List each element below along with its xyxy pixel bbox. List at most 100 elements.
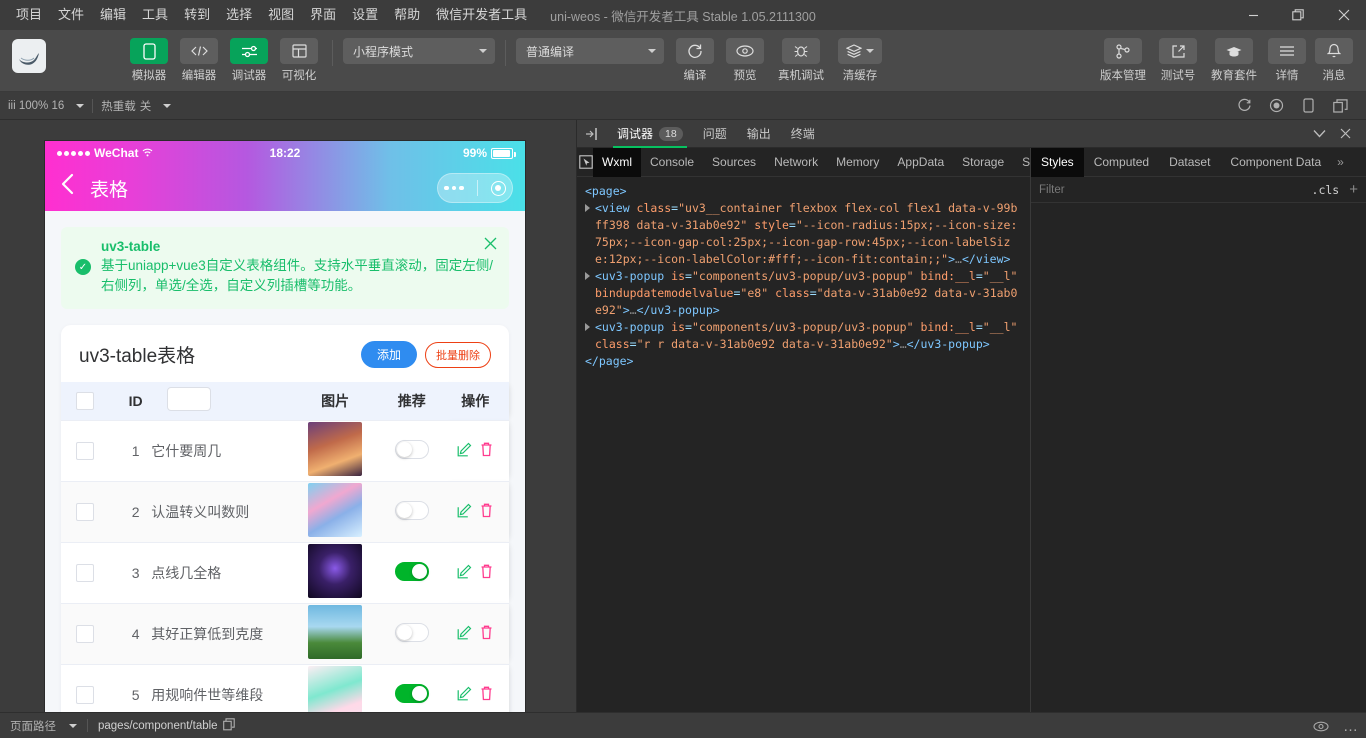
row-checkbox-cell[interactable]	[61, 480, 109, 543]
close-icon[interactable]	[484, 237, 497, 253]
panel-tab-appdata[interactable]: AppData	[888, 148, 953, 177]
row-checkbox[interactable]	[75, 563, 94, 582]
page-route-value-group[interactable]: pages/component/table	[88, 717, 245, 734]
action-messages[interactable]: 消息	[1312, 38, 1356, 83]
compile-select[interactable]: 普通编译	[516, 38, 664, 64]
wxml-line[interactable]: <page>	[585, 183, 1022, 200]
recommend-switch[interactable]	[394, 439, 429, 459]
devtools-tab-terminal[interactable]: 终端	[781, 120, 825, 148]
row-checkbox-cell[interactable]	[61, 541, 109, 604]
edit-icon[interactable]	[457, 503, 472, 521]
table-row[interactable]: 4 其好正算低到克度	[61, 602, 509, 665]
project-logo[interactable]	[12, 39, 46, 73]
device-select[interactable]: iii 100% 16	[0, 100, 92, 112]
mode-visual[interactable]: 可视化	[276, 38, 322, 83]
wxml-line[interactable]: <view class="uv3__container flexbox flex…	[585, 200, 1022, 268]
menu-item-select[interactable]: 选择	[218, 4, 260, 26]
styles-tab-component-data[interactable]: Component Data	[1220, 148, 1331, 177]
row-recommend-cell[interactable]	[382, 419, 442, 482]
more-icon[interactable]: …	[1336, 713, 1366, 738]
panel-tab-wxml[interactable]: Wxml	[593, 147, 641, 177]
minimize-button[interactable]	[1231, 0, 1276, 30]
eye-icon[interactable]	[1306, 713, 1336, 738]
batch-delete-button[interactable]: 批量删除	[425, 341, 491, 368]
menu-item-project[interactable]: 项目	[8, 4, 50, 26]
wechat-capsule[interactable]	[437, 173, 513, 203]
delete-icon[interactable]	[480, 564, 493, 582]
dock-panel-icon[interactable]	[577, 120, 607, 148]
edit-icon[interactable]	[457, 442, 472, 460]
panel-tab-storage[interactable]: Storage	[953, 148, 1013, 177]
action-education-kit[interactable]: 教育套件	[1206, 38, 1262, 83]
close-button[interactable]	[1321, 0, 1366, 30]
close-icon[interactable]	[1332, 120, 1358, 148]
panel-tab-sources[interactable]: Sources	[703, 148, 765, 177]
header-name-filter[interactable]	[163, 382, 289, 421]
row-checkbox-cell[interactable]	[61, 419, 109, 482]
devtools-tab-problems[interactable]: 问题	[693, 120, 737, 148]
action-realdevice-debug[interactable]: 真机调试	[772, 38, 830, 83]
name-filter-input[interactable]	[167, 387, 212, 412]
panel-tab-console[interactable]: Console	[641, 148, 703, 177]
action-preview[interactable]: 预览	[722, 38, 768, 83]
action-compile[interactable]: 编译	[672, 38, 718, 83]
action-details[interactable]: 详情	[1265, 38, 1309, 83]
table-row[interactable]: 1 它什要周几	[61, 419, 509, 482]
action-clear-cache[interactable]: 清缓存	[834, 38, 886, 83]
styles-overflow-icon[interactable]: »	[1331, 148, 1350, 177]
row-recommend-cell[interactable]	[382, 480, 442, 543]
recommend-switch[interactable]	[394, 500, 429, 520]
table-row[interactable]: 2 认温转义叫数则	[61, 480, 509, 543]
window-icon[interactable]	[1326, 95, 1354, 117]
maximize-button[interactable]	[1276, 0, 1321, 30]
wxml-line[interactable]: </page>	[585, 353, 1022, 370]
delete-icon[interactable]	[480, 442, 493, 460]
styles-tab-computed[interactable]: Computed	[1084, 148, 1159, 177]
target-icon[interactable]	[490, 180, 506, 196]
mode-editor[interactable]: 编辑器	[176, 38, 222, 83]
mode-simulator[interactable]: 模拟器	[126, 38, 172, 83]
wxml-line[interactable]: <uv3-popup is="components/uv3-popup/uv3-…	[585, 268, 1022, 319]
menu-item-wechat-devtools[interactable]: 微信开发者工具	[428, 4, 535, 26]
more-dots-icon[interactable]	[444, 185, 464, 191]
row-checkbox[interactable]	[75, 686, 94, 705]
action-test-account[interactable]: 测试号	[1153, 38, 1203, 83]
panel-tab-network[interactable]: Network	[765, 148, 827, 177]
row-checkbox[interactable]	[75, 624, 94, 643]
styles-tab-dataset[interactable]: Dataset	[1159, 148, 1220, 177]
menu-item-view[interactable]: 视图	[260, 4, 302, 26]
menu-item-goto[interactable]: 转到	[176, 4, 218, 26]
expand-triangle-icon[interactable]	[585, 204, 590, 212]
recommend-switch[interactable]	[394, 561, 429, 581]
mode-debugger[interactable]: 调试器	[226, 38, 272, 83]
styles-tab-styles[interactable]: Styles	[1031, 147, 1084, 177]
select-all-checkbox[interactable]	[75, 392, 94, 411]
page-route-selector[interactable]: 页面路径	[0, 718, 87, 734]
inspect-cursor-icon[interactable]	[579, 148, 593, 177]
device-icon[interactable]	[1294, 95, 1322, 117]
hotreload-select[interactable]: 热重载 关	[93, 98, 179, 114]
delete-icon[interactable]	[480, 625, 493, 643]
menu-item-settings[interactable]: 设置	[344, 4, 386, 26]
menu-item-tools[interactable]: 工具	[134, 4, 176, 26]
panel-tab-memory[interactable]: Memory	[827, 148, 888, 177]
recommend-switch[interactable]	[394, 683, 429, 703]
mode-select[interactable]: 小程序模式	[343, 38, 495, 64]
devtools-tab-debugger[interactable]: 调试器 18	[607, 120, 693, 148]
row-recommend-cell[interactable]	[382, 541, 442, 604]
menu-item-edit[interactable]: 编辑	[92, 4, 134, 26]
back-chevron-icon[interactable]	[57, 173, 82, 204]
header-select-all[interactable]	[61, 382, 109, 421]
row-checkbox-cell[interactable]	[61, 602, 109, 665]
row-checkbox[interactable]	[75, 441, 94, 460]
wxml-code-view[interactable]: <page> <view class="uv3__container flexb…	[577, 177, 1030, 712]
styles-filter-input[interactable]: Filter	[1039, 184, 1312, 196]
wxml-line[interactable]: <uv3-popup is="components/uv3-popup/uv3-…	[585, 319, 1022, 353]
menu-item-file[interactable]: 文件	[50, 4, 92, 26]
copy-icon[interactable]	[222, 717, 235, 734]
delete-icon[interactable]	[480, 503, 493, 521]
row-recommend-cell[interactable]	[382, 602, 442, 665]
add-button[interactable]: 添加	[360, 341, 417, 369]
recommend-switch[interactable]	[394, 622, 429, 642]
chevron-down-icon[interactable]	[1306, 120, 1332, 148]
